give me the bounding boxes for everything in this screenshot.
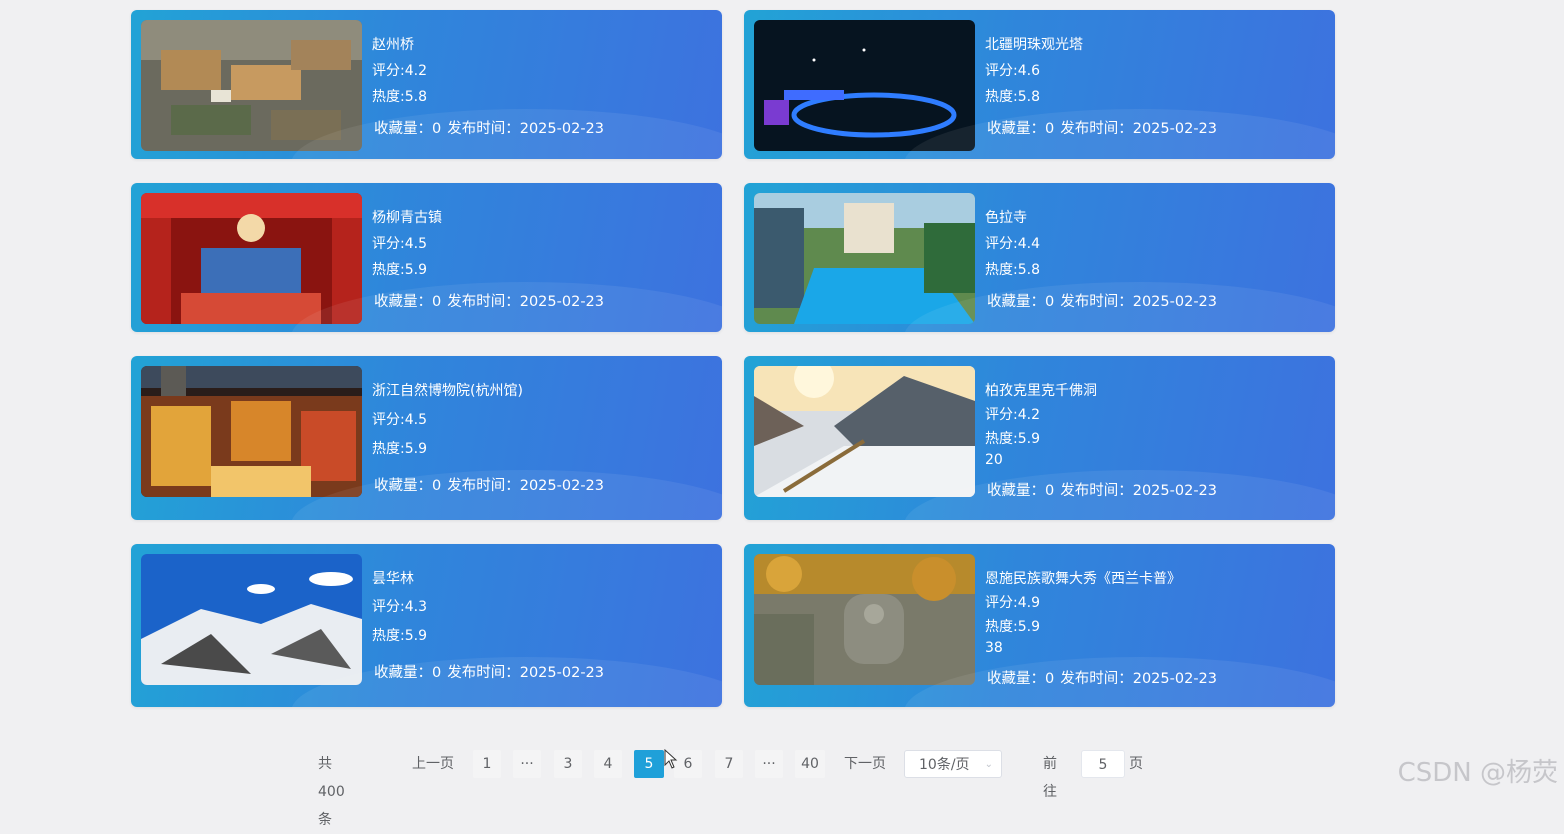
pagination-total: 共 400 条 — [318, 756, 345, 828]
attraction-title: 浙江自然博物院(杭州馆) — [372, 383, 523, 399]
attraction-meta: 收藏量：0 发布时间：2025-02-23 — [374, 290, 610, 311]
attraction-rating: 评分:4.5 — [372, 236, 427, 252]
attraction-heat: 热度:5.9 — [985, 431, 1040, 447]
attraction-thumbnail[interactable] — [141, 20, 362, 151]
publish-date: 发布时间：2025-02-23 — [1060, 671, 1218, 687]
attraction-meta: 收藏量：0 发布时间：2025-02-23 — [987, 667, 1223, 688]
attraction-rating: 评分:4.4 — [985, 236, 1040, 252]
attraction-meta: 收藏量：0 发布时间：2025-02-23 — [987, 479, 1223, 500]
publish-date: 发布时间：2025-02-23 — [1060, 294, 1218, 310]
attraction-rating: 评分:4.5 — [372, 412, 427, 428]
attraction-heat: 热度:5.8 — [985, 89, 1040, 105]
attraction-title: 昙华林 — [372, 571, 414, 587]
attraction-card[interactable]: 柏孜克里克千佛洞 评分:4.2 热度:5.9 20 收藏量：0 发布时间：2025… — [744, 356, 1335, 520]
attraction-title: 赵州桥 — [372, 37, 414, 53]
page-button[interactable]: 6 — [674, 750, 702, 778]
page-ellipsis-prev[interactable]: ··· — [513, 750, 541, 778]
prev-page-button[interactable]: 上一页 — [406, 750, 460, 778]
attraction-heat: 热度:5.8 — [985, 262, 1040, 278]
attraction-thumbnail[interactable] — [141, 366, 362, 497]
attraction-heat: 热度:5.9 — [372, 262, 427, 278]
page-button[interactable]: 4 — [594, 750, 622, 778]
attraction-rating: 评分:4.6 — [985, 63, 1040, 79]
favorites-count: 收藏量：0 — [374, 294, 442, 310]
attraction-card[interactable]: 北疆明珠观光塔 评分:4.6 热度:5.8 收藏量：0 发布时间：2025-02-… — [744, 10, 1335, 159]
page-button[interactable]: 7 — [715, 750, 743, 778]
attraction-meta: 收藏量：0 发布时间：2025-02-23 — [374, 117, 610, 138]
attraction-heat: 热度:5.9 — [985, 619, 1040, 635]
publish-date: 发布时间：2025-02-23 — [447, 478, 605, 494]
page-size-select[interactable]: 10条/页 ⌄ — [904, 750, 1002, 778]
attraction-meta: 收藏量：0 发布时间：2025-02-23 — [374, 474, 610, 495]
favorites-count: 收藏量：0 — [987, 671, 1055, 687]
publish-date: 发布时间：2025-02-23 — [447, 121, 605, 137]
page-button[interactable]: 1 — [473, 750, 501, 778]
attraction-rating: 评分:4.3 — [372, 599, 427, 615]
favorites-count: 收藏量：0 — [374, 478, 442, 494]
attraction-card[interactable]: 色拉寺 评分:4.4 热度:5.8 收藏量：0 发布时间：2025-02-23 — [744, 183, 1335, 332]
favorites-count: 收藏量：0 — [374, 121, 442, 137]
attraction-rating: 评分:4.2 — [985, 407, 1040, 423]
attraction-thumbnail[interactable] — [754, 366, 975, 497]
attraction-title: 柏孜克里克千佛洞 — [985, 383, 1097, 399]
attraction-heat: 热度:5.9 — [372, 628, 427, 644]
attraction-card[interactable]: 恩施民族歌舞大秀《西兰卡普》 评分:4.9 热度:5.9 38 收藏量：0 发布时… — [744, 544, 1335, 707]
attraction-extra-value: 20 — [985, 452, 1003, 468]
page-button[interactable]: 3 — [554, 750, 582, 778]
favorites-count: 收藏量：0 — [987, 294, 1055, 310]
attraction-rating: 评分:4.9 — [985, 595, 1040, 611]
attraction-title: 恩施民族歌舞大秀《西兰卡普》 — [985, 571, 1181, 587]
attraction-thumbnail[interactable] — [141, 554, 362, 685]
page-button[interactable]: 40 — [795, 750, 825, 778]
publish-date: 发布时间：2025-02-23 — [1060, 121, 1218, 137]
attraction-title: 色拉寺 — [985, 210, 1027, 226]
attraction-thumbnail[interactable] — [754, 20, 975, 151]
attraction-card[interactable]: 浙江自然博物院(杭州馆) 评分:4.5 热度:5.9 收藏量：0 发布时间：202… — [131, 356, 722, 520]
page-ellipsis-next[interactable]: ··· — [755, 750, 783, 778]
attraction-title: 北疆明珠观光塔 — [985, 37, 1083, 53]
favorites-count: 收藏量：0 — [374, 665, 442, 681]
next-page-button[interactable]: 下一页 — [838, 750, 892, 778]
attraction-thumbnail[interactable] — [754, 554, 975, 685]
attraction-meta: 收藏量：0 发布时间：2025-02-23 — [987, 290, 1223, 311]
favorites-count: 收藏量：0 — [987, 483, 1055, 499]
attraction-rating: 评分:4.2 — [372, 63, 427, 79]
attraction-extra-value: 38 — [985, 640, 1003, 656]
attraction-heat: 热度:5.9 — [372, 441, 427, 457]
goto-suffix: 页 — [1129, 756, 1143, 772]
attraction-meta: 收藏量：0 发布时间：2025-02-23 — [987, 117, 1223, 138]
watermark: CSDN @杨荧 — [1397, 758, 1558, 788]
attraction-card[interactable]: 赵州桥 评分:4.2 热度:5.8 收藏量：0 发布时间：2025-02-23 — [131, 10, 722, 159]
chevron-down-icon: ⌄ — [984, 759, 993, 770]
favorites-count: 收藏量：0 — [987, 121, 1055, 137]
goto-page-input[interactable]: 5 — [1081, 750, 1125, 778]
goto-label: 前往 — [1043, 756, 1057, 800]
attraction-card[interactable]: 昙华林 评分:4.3 热度:5.9 收藏量：0 发布时间：2025-02-23 — [131, 544, 722, 707]
attraction-meta: 收藏量：0 发布时间：2025-02-23 — [374, 661, 610, 682]
attraction-title: 杨柳青古镇 — [372, 210, 442, 226]
publish-date: 发布时间：2025-02-23 — [1060, 483, 1218, 499]
publish-date: 发布时间：2025-02-23 — [447, 294, 605, 310]
attraction-thumbnail[interactable] — [141, 193, 362, 324]
attraction-card[interactable]: 杨柳青古镇 评分:4.5 热度:5.9 收藏量：0 发布时间：2025-02-23 — [131, 183, 722, 332]
attraction-heat: 热度:5.8 — [372, 89, 427, 105]
mouse-cursor-icon — [664, 749, 678, 769]
attraction-thumbnail[interactable] — [754, 193, 975, 324]
page-button-current[interactable]: 5 — [634, 750, 664, 778]
page-size-value: 10条/页 — [919, 757, 970, 773]
publish-date: 发布时间：2025-02-23 — [447, 665, 605, 681]
